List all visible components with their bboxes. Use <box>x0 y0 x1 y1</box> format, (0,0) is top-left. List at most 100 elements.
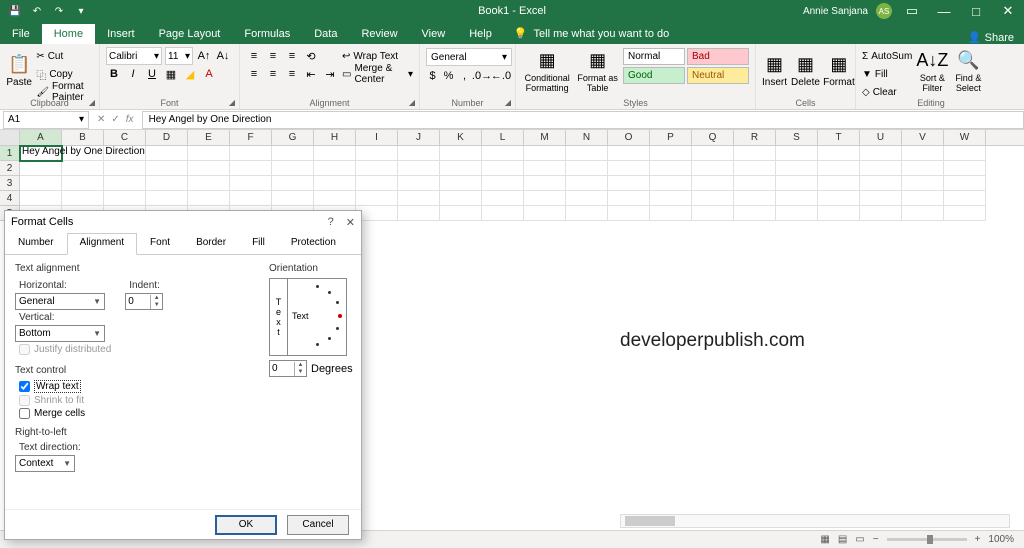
cell[interactable] <box>272 146 314 161</box>
row-header[interactable]: 3 <box>0 176 20 191</box>
indent-inc-icon[interactable]: ⇥ <box>322 66 338 82</box>
cell[interactable] <box>398 191 440 206</box>
cell[interactable] <box>608 161 650 176</box>
cell[interactable] <box>566 191 608 206</box>
cell[interactable] <box>356 161 398 176</box>
cell[interactable] <box>608 176 650 191</box>
accounting-icon[interactable]: $ <box>426 68 439 84</box>
cell[interactable] <box>860 191 902 206</box>
cell[interactable] <box>20 161 62 176</box>
select-all-corner[interactable] <box>0 130 20 145</box>
cell[interactable] <box>692 146 734 161</box>
number-format-combo[interactable]: General▾ <box>426 48 512 66</box>
cell[interactable] <box>818 176 860 191</box>
cell[interactable] <box>272 191 314 206</box>
col-header[interactable]: D <box>146 130 188 145</box>
insert-cells-button[interactable]: ▦Insert <box>762 46 787 96</box>
cell[interactable] <box>230 191 272 206</box>
font-name-combo[interactable]: Calibri▾ <box>106 47 162 65</box>
cell[interactable] <box>440 146 482 161</box>
cell[interactable] <box>860 176 902 191</box>
cell[interactable] <box>566 206 608 221</box>
cell[interactable] <box>272 176 314 191</box>
col-header[interactable]: N <box>566 130 608 145</box>
autosum-button[interactable]: ΣAutoSum <box>862 48 912 64</box>
zoom-out-icon[interactable]: − <box>873 534 879 545</box>
col-header[interactable]: L <box>482 130 524 145</box>
cell[interactable] <box>566 161 608 176</box>
col-header[interactable]: O <box>608 130 650 145</box>
cell[interactable] <box>440 176 482 191</box>
fill-button[interactable]: ▼Fill <box>862 66 912 82</box>
cell[interactable] <box>566 146 608 161</box>
minimize-icon[interactable]: — <box>932 1 956 21</box>
dialog-tab-font[interactable]: Font <box>137 233 183 254</box>
cell[interactable] <box>524 146 566 161</box>
dialog-tab-border[interactable]: Border <box>183 233 239 254</box>
cell[interactable] <box>776 176 818 191</box>
cell[interactable] <box>230 161 272 176</box>
col-header[interactable]: A <box>20 130 62 145</box>
cell[interactable] <box>650 176 692 191</box>
cell[interactable] <box>818 146 860 161</box>
text-direction-combo[interactable]: Context▼ <box>15 455 75 472</box>
ok-button[interactable]: OK <box>215 515 277 535</box>
col-header[interactable]: T <box>818 130 860 145</box>
horizontal-combo[interactable]: General▼ <box>15 293 105 310</box>
close-icon[interactable]: ✕ <box>346 216 355 229</box>
cell[interactable] <box>902 161 944 176</box>
cell[interactable] <box>482 161 524 176</box>
comma-icon[interactable]: , <box>458 68 471 84</box>
cell[interactable] <box>650 206 692 221</box>
col-header[interactable]: U <box>860 130 902 145</box>
cell[interactable] <box>398 206 440 221</box>
col-header[interactable]: V <box>902 130 944 145</box>
cell[interactable] <box>188 161 230 176</box>
formula-input[interactable]: Hey Angel by One Direction <box>142 111 1024 129</box>
cut-button[interactable]: ✂Cut <box>36 48 93 64</box>
col-header[interactable]: W <box>944 130 986 145</box>
zoom-slider[interactable] <box>887 538 967 541</box>
cell[interactable] <box>146 146 188 161</box>
cell[interactable] <box>356 176 398 191</box>
cell[interactable] <box>440 161 482 176</box>
wrap-text-button[interactable]: ↩Wrap Text <box>342 48 413 64</box>
cell[interactable] <box>776 161 818 176</box>
orientation-diagram[interactable]: Text Text <box>269 278 347 356</box>
find-select-button[interactable]: 🔍Find & Select <box>952 46 984 96</box>
cell[interactable] <box>902 206 944 221</box>
font-size-combo[interactable]: 11▾ <box>165 47 193 65</box>
cell[interactable] <box>62 176 104 191</box>
zoom-in-icon[interactable]: + <box>975 534 981 545</box>
cell[interactable] <box>734 206 776 221</box>
cell[interactable] <box>776 191 818 206</box>
cell[interactable] <box>860 161 902 176</box>
dialog-tab-alignment[interactable]: Alignment <box>67 233 137 255</box>
cell[interactable] <box>398 176 440 191</box>
align-left-icon[interactable]: ≡ <box>246 66 262 82</box>
view-page-layout-icon[interactable]: ▤ <box>838 534 847 545</box>
enter-formula-icon[interactable]: ✓ <box>111 114 119 125</box>
cell[interactable] <box>734 146 776 161</box>
cell[interactable] <box>692 176 734 191</box>
cancel-formula-icon[interactable]: ✕ <box>97 114 105 125</box>
tab-review[interactable]: Review <box>349 24 409 44</box>
cell[interactable] <box>734 176 776 191</box>
degrees-spinner[interactable]: ▲▼ <box>269 360 307 377</box>
cell[interactable] <box>356 191 398 206</box>
cell[interactable] <box>944 206 986 221</box>
col-header[interactable]: F <box>230 130 272 145</box>
row-header[interactable]: 1 <box>0 146 20 161</box>
underline-button[interactable]: U <box>144 66 160 82</box>
view-normal-icon[interactable]: ▦ <box>820 534 829 545</box>
italic-button[interactable]: I <box>125 66 141 82</box>
cell[interactable] <box>902 146 944 161</box>
cell[interactable] <box>20 191 62 206</box>
sort-filter-button[interactable]: A↓ZSort & Filter <box>916 46 948 96</box>
delete-cells-button[interactable]: ▦Delete <box>791 46 820 96</box>
cell[interactable] <box>104 161 146 176</box>
format-table-button[interactable]: ▦Format as Table <box>576 46 619 96</box>
align-right-icon[interactable]: ≡ <box>284 66 300 82</box>
style-good[interactable]: Good <box>623 67 685 84</box>
style-bad[interactable]: Bad <box>687 48 749 65</box>
